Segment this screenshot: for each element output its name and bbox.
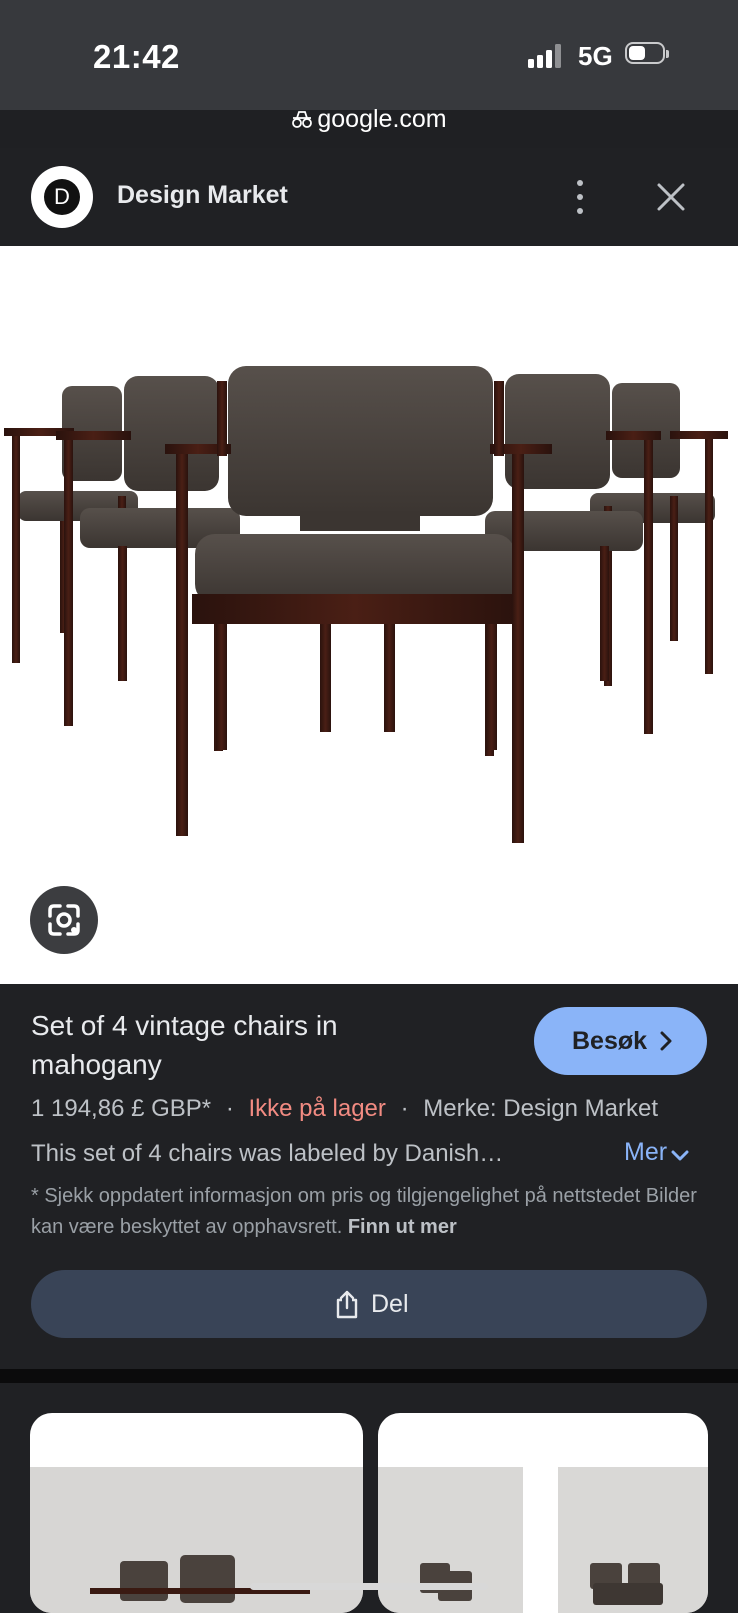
site-logo[interactable]: D: [31, 166, 93, 228]
product-price: 1 194,86 £ GBP*: [31, 1095, 212, 1122]
meta-separator: ·: [400, 1095, 409, 1122]
battery-icon: [625, 42, 669, 66]
url-text: google.com: [317, 105, 447, 133]
more-button-label: Mer: [624, 1138, 668, 1166]
close-icon[interactable]: [652, 178, 690, 216]
product-description: This set of 4 chairs was labeled by Dani…: [31, 1140, 504, 1167]
lock-icon: [292, 111, 313, 128]
chevron-right-icon: [660, 1031, 672, 1051]
url-bar[interactable]: google.com: [0, 105, 738, 134]
google-lens-icon[interactable]: [30, 886, 98, 954]
chairs-illustration: [4, 366, 728, 843]
disclaimer: * Sjekk oppdatert informasjon om pris og…: [31, 1181, 711, 1243]
product-title[interactable]: Set of 4 vintage chairs in mahogany: [31, 1006, 451, 1084]
more-button[interactable]: Mer: [624, 1138, 689, 1167]
home-indicator[interactable]: [250, 1583, 488, 1590]
status-time: 21:42: [93, 38, 180, 75]
product-brand: Merke: Design Market: [423, 1095, 658, 1122]
visit-button-label: Besøk: [572, 1027, 648, 1055]
site-logo-letter: D: [44, 179, 80, 215]
more-vert-icon[interactable]: [567, 178, 593, 216]
network-type: 5G: [578, 41, 613, 71]
product-image[interactable]: [0, 246, 738, 984]
status-bar: 21:42 5G: [0, 0, 738, 110]
share-button-label: Del: [371, 1290, 409, 1318]
share-icon: [336, 1290, 358, 1319]
section-divider: [0, 1369, 738, 1383]
signal-icon: [528, 44, 564, 68]
product-meta: 1 194,86 £ GBP* · Ikke på lager · Merke:…: [31, 1095, 658, 1123]
meta-separator: ·: [225, 1095, 234, 1122]
site-header: D Design Market: [0, 148, 738, 246]
visit-button[interactable]: Besøk: [534, 1007, 707, 1075]
share-button[interactable]: Del: [31, 1270, 707, 1338]
stock-status: Ikke på lager: [248, 1095, 386, 1122]
chevron-down-icon: [671, 1150, 689, 1161]
learn-more-link[interactable]: Finn ut mer: [348, 1216, 457, 1238]
site-name[interactable]: Design Market: [117, 181, 288, 210]
